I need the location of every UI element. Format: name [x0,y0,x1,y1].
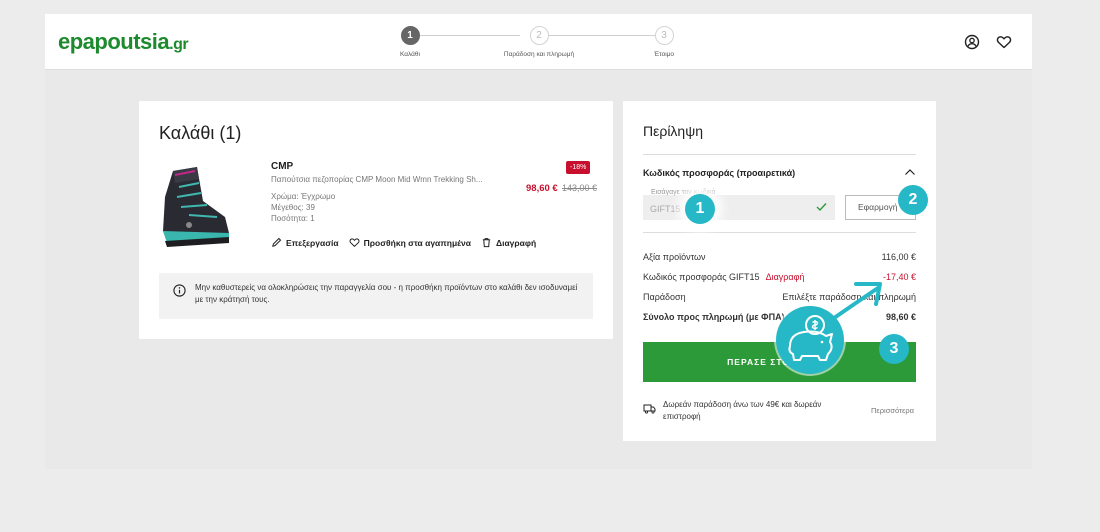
cart-notice: Μην καθυστερείς να ολοκληρώσεις την παρα… [159,273,593,319]
cart-title: Καλάθι (1) [159,123,242,143]
product-old-price: 143,00 € [562,183,598,193]
step-label: Παράδοση και πληρωμή [503,51,575,58]
delete-button[interactable]: Διαγραφή [481,237,536,248]
add-to-wishlist-button[interactable]: Προσθήκη στα αγαπημένα [349,237,471,248]
product-image[interactable] [159,161,231,249]
wishlist-label: Προσθήκη στα αγαπημένα [363,237,471,248]
shipping-note: Δωρεάν παράδοση άνω των 49€ και δωρεάν ε… [663,400,822,421]
info-icon [173,284,186,297]
cart-panel: Καλάθι (1) CMP Παπούτσια πεζοπορίας CMP … [139,101,613,339]
step-number: 2 [529,26,549,45]
check-icon [816,203,827,212]
product-size: Μέγεθος: 39 [271,203,315,212]
product-price: 98,60 € [526,183,558,194]
annotation-badge-2: 2 [898,185,928,215]
step-delivery-payment[interactable]: 2 Παράδοση και πληρωμή [479,26,599,58]
heart-icon[interactable] [996,34,1012,50]
product-quantity: Ποσότητα: 1 [271,214,315,223]
product-actions: Επεξεργασία Προσθήκη στα αγαπημένα Διαγρ… [271,237,536,248]
site-header: epapoutsia.gr 1 Καλάθι 2 Παράδοση και πλ… [45,14,1032,70]
discount-badge: -18% [566,161,591,174]
truck-icon [643,404,656,414]
edit-label: Επεξεργασία [286,237,339,248]
product-color: Χρώμα: Έγχρωμο [271,192,336,201]
products-value-row: Αξία προϊόντων 116,00 € [643,252,916,262]
logo-text: epapoutsia [58,29,170,54]
divider [643,154,916,155]
step-number: 1 [400,26,420,45]
logo-suffix: .gr [169,36,189,53]
delete-label: Διαγραφή [495,237,537,248]
step-label: Έτοιμο [654,51,674,58]
promo-code-row-label: Κωδικός προσφοράς GIFT15 [643,272,760,282]
promo-section-title[interactable]: Κωδικός προσφοράς (προαιρετικά) [643,168,795,178]
step-cart[interactable]: 1 Καλάθι [350,26,470,58]
header-icons [952,33,1012,51]
pencil-icon [272,237,282,247]
divider [643,232,916,233]
delivery-label: Παράδοση [643,292,686,302]
checkout-page: epapoutsia.gr 1 Καλάθι 2 Παράδοση και πλ… [45,14,1032,469]
products-value-label: Αξία προϊόντων [643,252,706,262]
notice-text: Μην καθυστερείς να ολοκληρώσεις την παρα… [195,283,578,304]
heart-icon [349,238,360,248]
account-icon[interactable] [964,34,980,50]
step-number: 3 [654,26,674,45]
checkout-stepper: 1 Καλάθι 2 Παράδοση και πληρωμή 3 Έτοιμο [385,26,685,66]
trash-icon [482,238,491,248]
site-logo[interactable]: epapoutsia.gr [58,29,189,55]
step-label: Καλάθι [400,51,420,58]
products-value-amount: 116,00 € [881,252,916,262]
more-link[interactable]: Περισσότερα [871,406,914,415]
chevron-up-icon[interactable] [904,167,916,177]
product-description[interactable]: Παπούτσια πεζοπορίας CMP Moon Mid Wmn Tr… [271,175,483,184]
edit-button[interactable]: Επεξεργασία [271,237,339,248]
piggy-bank-illustration [774,282,882,376]
product-brand[interactable]: CMP [271,161,293,172]
summary-title: Περίληψη [643,123,703,139]
annotation-badge-1: 1 [685,194,715,224]
step-done[interactable]: 3 Έτοιμο [604,26,724,58]
promo-code-value: GIFT15 [650,204,681,214]
